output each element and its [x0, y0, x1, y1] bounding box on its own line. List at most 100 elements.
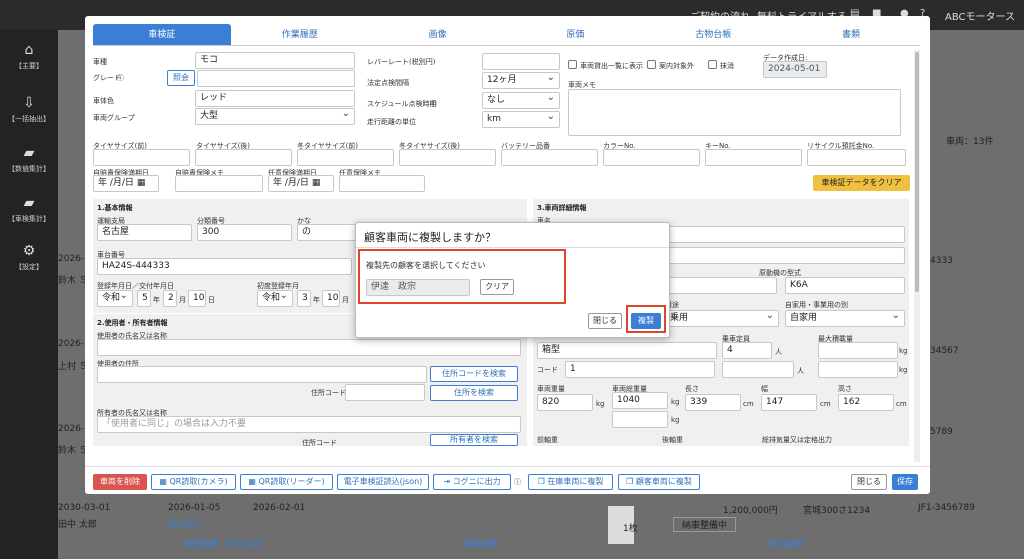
user-name-field[interactable]	[97, 339, 521, 356]
winter-front-field[interactable]	[297, 149, 394, 166]
length-field[interactable]: 339	[685, 394, 741, 411]
grade-lookup-button[interactable]: 照会	[167, 70, 195, 86]
tab-inspection[interactable]: 車検証	[93, 24, 231, 45]
kana-field[interactable]: の	[297, 224, 357, 241]
qr-camera-button[interactable]: ▦ QR読取(カメラ)	[151, 474, 236, 490]
exclude-checkbox[interactable]	[647, 60, 656, 69]
search-by-code-button[interactable]: 住所コードを検索	[430, 366, 518, 382]
help-icon[interactable]: ⓘ	[514, 477, 521, 487]
schedule-select[interactable]: なし	[482, 90, 560, 109]
help-icon[interactable]: ⓘ	[117, 73, 124, 83]
bg-row-sale[interactable]: 納車整備中	[673, 517, 737, 532]
owner-field[interactable]: 「使用者に同じ」の場合は入力不要	[97, 416, 521, 433]
vehicle-count: 車両：13件	[946, 137, 994, 147]
tab-images[interactable]: 画像	[369, 24, 507, 45]
max-load-field[interactable]	[818, 342, 898, 359]
deregister-checkbox[interactable]	[708, 60, 717, 69]
edit-vehicle-link[interactable]: 車両編集	[768, 537, 804, 550]
search-addr-button[interactable]: 住所を検索	[430, 385, 518, 401]
chassis-field[interactable]: HA24S-444333	[97, 258, 352, 275]
battery-field[interactable]	[501, 149, 598, 166]
install-instruction-link[interactable]: 取付指示	[226, 537, 262, 550]
close-button[interactable]: 閉じる	[851, 474, 887, 490]
width-field[interactable]: 147	[761, 394, 817, 411]
user-name[interactable]: ABCモータース	[945, 8, 1015, 23]
color-field[interactable]: レッド	[195, 90, 355, 107]
scrollbar-thumb[interactable]	[915, 52, 919, 292]
first-era-select[interactable]: 令和	[257, 288, 293, 307]
tab-work-history[interactable]: 作業履歴	[231, 24, 369, 45]
tab-ledger[interactable]: 古物台帳	[644, 24, 782, 45]
unit-select[interactable]: km	[482, 109, 560, 128]
key-no-field[interactable]	[705, 149, 802, 166]
save-button[interactable]: 保存	[892, 474, 918, 490]
sidebar-item-stats[interactable]: ▰ 【数値集計】	[0, 145, 58, 174]
color-no-field[interactable]	[603, 149, 700, 166]
legal-label: 法定点検間隔	[367, 79, 409, 87]
load2-field[interactable]	[818, 361, 898, 378]
use-select[interactable]: 乗用	[665, 308, 779, 327]
reg-day[interactable]: 10	[188, 290, 206, 307]
bg-row-status[interactable]: 取付あり	[168, 517, 204, 530]
tire-rear-field[interactable]	[195, 149, 292, 166]
private-select[interactable]: 自家用	[785, 308, 905, 327]
owner-search-button[interactable]: 所有者を検索	[430, 434, 518, 446]
seat-field[interactable]: 4	[722, 342, 772, 359]
delete-vehicle-button[interactable]: 車両を削除	[93, 474, 147, 490]
rental-checkbox[interactable]	[568, 60, 577, 69]
edit-history-link[interactable]: 車歴編集	[183, 537, 219, 550]
first-month[interactable]: 10	[322, 290, 340, 307]
sidebar-item-bulk[interactable]: ⇩ 【一括抽出】	[0, 95, 58, 124]
copy-customer-button[interactable]: ❐ 顧客車両に複製	[618, 474, 700, 490]
export-button[interactable]: ⇥ コグニに出力	[433, 474, 511, 490]
sidebar-item-main[interactable]: ⌂ 【主要】	[0, 42, 58, 71]
json-import-button[interactable]: 電子車検証読込(json)	[337, 474, 429, 490]
gross2-field[interactable]	[612, 411, 668, 428]
dialog-close-button[interactable]: 閉じる	[588, 313, 622, 329]
clear-inspection-button[interactable]: 車検証データをクリア	[813, 175, 910, 191]
reg-era-select[interactable]: 令和	[97, 288, 133, 307]
section-title: 1.基本情報	[97, 204, 133, 212]
tire-front-field[interactable]	[93, 149, 190, 166]
maker-field[interactable]: モコ	[195, 52, 355, 69]
group-select[interactable]: 大型	[195, 106, 355, 125]
weight-field[interactable]: 820	[537, 394, 593, 411]
body-field[interactable]: 箱型	[537, 342, 717, 359]
engine-field[interactable]: K6A	[785, 277, 905, 294]
qr-reader-button[interactable]: ▦ QR読取(リーダー)	[240, 474, 333, 490]
reg-month[interactable]: 2	[163, 290, 177, 307]
bg-row-name: 鈴木 ５	[58, 276, 88, 286]
place-field[interactable]: 名古屋	[97, 224, 192, 241]
code-field[interactable]: 1	[565, 361, 715, 378]
sidebar-item-inspection[interactable]: ▰ 【車検集計】	[0, 195, 58, 224]
winter-rear-field[interactable]	[399, 149, 496, 166]
cali-memo[interactable]	[175, 175, 263, 192]
grade-field[interactable]	[197, 70, 355, 87]
cali-date[interactable]: 年 /月/日 ▦	[93, 175, 159, 192]
sidebar-item-settings[interactable]: ⚙ 【設定】	[0, 243, 58, 272]
calendar-icon[interactable]: ▦	[137, 178, 146, 188]
copy-stock-button[interactable]: ❐ 在庫車両に複製	[528, 474, 613, 490]
gross-field[interactable]: 1040	[612, 392, 668, 409]
ins-memo[interactable]	[339, 175, 425, 192]
tab-cost[interactable]: 原価	[506, 24, 644, 45]
car-icon: ▰	[23, 195, 35, 211]
ins-date[interactable]: 年 /月/日 ▦	[268, 175, 334, 192]
tab-documents[interactable]: 書類	[782, 24, 920, 45]
edit-customer-link[interactable]: 顧客編集	[463, 537, 499, 550]
addr-code-field[interactable]	[345, 384, 425, 401]
seat2-field[interactable]	[722, 361, 794, 378]
addr-code-label: 住所コード	[311, 389, 346, 397]
first-year[interactable]: 3	[297, 290, 311, 307]
dialog-title: 顧客車両に複製しますか？	[364, 231, 496, 244]
help-icon[interactable]: ⓘ	[430, 99, 437, 109]
height-field[interactable]: 162	[838, 394, 894, 411]
class-field[interactable]: 300	[197, 224, 292, 241]
rate-field[interactable]	[482, 53, 560, 70]
recycle-field[interactable]	[807, 149, 906, 166]
user-addr-field[interactable]	[97, 366, 427, 383]
calendar-icon[interactable]: ▦	[312, 178, 321, 188]
memo-textarea[interactable]	[568, 89, 901, 136]
legal-select[interactable]: 12ヶ月	[482, 70, 560, 89]
reg-year[interactable]: 5	[137, 290, 151, 307]
